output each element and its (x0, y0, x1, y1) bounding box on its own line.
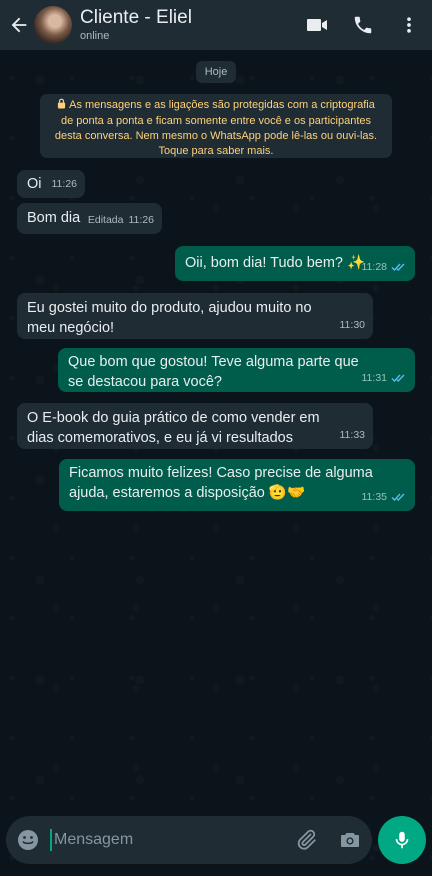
message-bubble[interactable]: Oi 11:26 (17, 170, 85, 198)
encryption-text: As mensagens e as ligações são protegida… (54, 99, 378, 157)
message-text: Oi (27, 176, 42, 192)
contact-status: online (80, 30, 110, 42)
encryption-notice[interactable]: As mensagens e as ligações são protegida… (40, 94, 392, 158)
paperclip-icon (297, 829, 316, 850)
mic-button[interactable] (378, 816, 426, 864)
message-input[interactable] (50, 829, 284, 851)
message-time: 11:26 (51, 178, 78, 190)
message-meta: Editada 11:26 (88, 210, 154, 230)
message-bubble[interactable]: Oii, bom dia! Tudo bem? ✨ 11:28 (175, 246, 415, 281)
double-check-icon (391, 373, 407, 383)
message-meta: 11:33 (340, 425, 366, 445)
message-text: Ficamos muito felizes! Caso precise de a… (69, 465, 373, 501)
attach-button[interactable] (284, 816, 328, 864)
message-text: Eu gostei muito do produto, ajudou muito… (27, 300, 312, 336)
phone-icon (354, 16, 372, 34)
message-bubble[interactable]: Que bom que gostou! Teve alguma parte qu… (58, 348, 415, 392)
message-text: O E-book do guia prático de como vender … (27, 410, 320, 446)
double-check-icon (391, 262, 407, 272)
message-text: Oii, bom dia! Tudo bem? ✨ (185, 255, 366, 271)
menu-button[interactable] (386, 0, 432, 50)
more-vert-icon (407, 17, 411, 33)
back-button[interactable] (2, 0, 36, 50)
double-check-icon (391, 492, 407, 502)
lock-icon (57, 98, 66, 114)
message-bubble[interactable]: Eu gostei muito do produto, ajudou muito… (17, 293, 373, 339)
message-meta: 11:35 (362, 487, 408, 507)
video-call-button[interactable] (294, 0, 340, 50)
avatar[interactable] (34, 6, 72, 44)
date-chip: Hoje (196, 61, 236, 83)
message-meta: 11:31 (362, 368, 408, 388)
emoji-button[interactable] (6, 816, 50, 864)
voice-call-button[interactable] (340, 0, 386, 50)
message-time: 11:31 (361, 372, 388, 384)
mic-icon (395, 831, 409, 849)
message-text: Que bom que gostou! Teve alguma parte qu… (68, 354, 359, 390)
contact-info[interactable]: Cliente - Eliel online (80, 7, 192, 43)
message-bubble[interactable]: Ficamos muito felizes! Caso precise de a… (59, 459, 415, 511)
edited-label: Editada (87, 214, 124, 226)
message-time: 11:33 (339, 429, 366, 441)
message-time: 11:28 (361, 261, 388, 273)
emoji-icon (18, 830, 38, 850)
message-meta: 11:28 (362, 257, 408, 277)
chat-header: Cliente - Eliel online (0, 0, 432, 50)
message-time: 11:35 (361, 491, 388, 503)
contact-name: Cliente - Eliel (80, 7, 192, 28)
message-meta: 11:30 (340, 315, 366, 335)
message-bubble[interactable]: O E-book do guia prático de como vender … (17, 403, 373, 449)
video-call-icon (307, 19, 327, 31)
message-text: Bom dia (27, 210, 81, 226)
back-arrow-icon (11, 17, 27, 33)
message-bubble[interactable]: Bom dia Editada 11:26 (17, 203, 162, 234)
camera-button[interactable] (328, 816, 372, 864)
camera-icon (341, 833, 359, 847)
message-composer (6, 816, 372, 864)
header-actions (294, 0, 432, 50)
message-meta: 11:26 (52, 174, 78, 194)
message-time: 11:30 (339, 319, 366, 331)
message-time: 11:26 (128, 214, 155, 226)
